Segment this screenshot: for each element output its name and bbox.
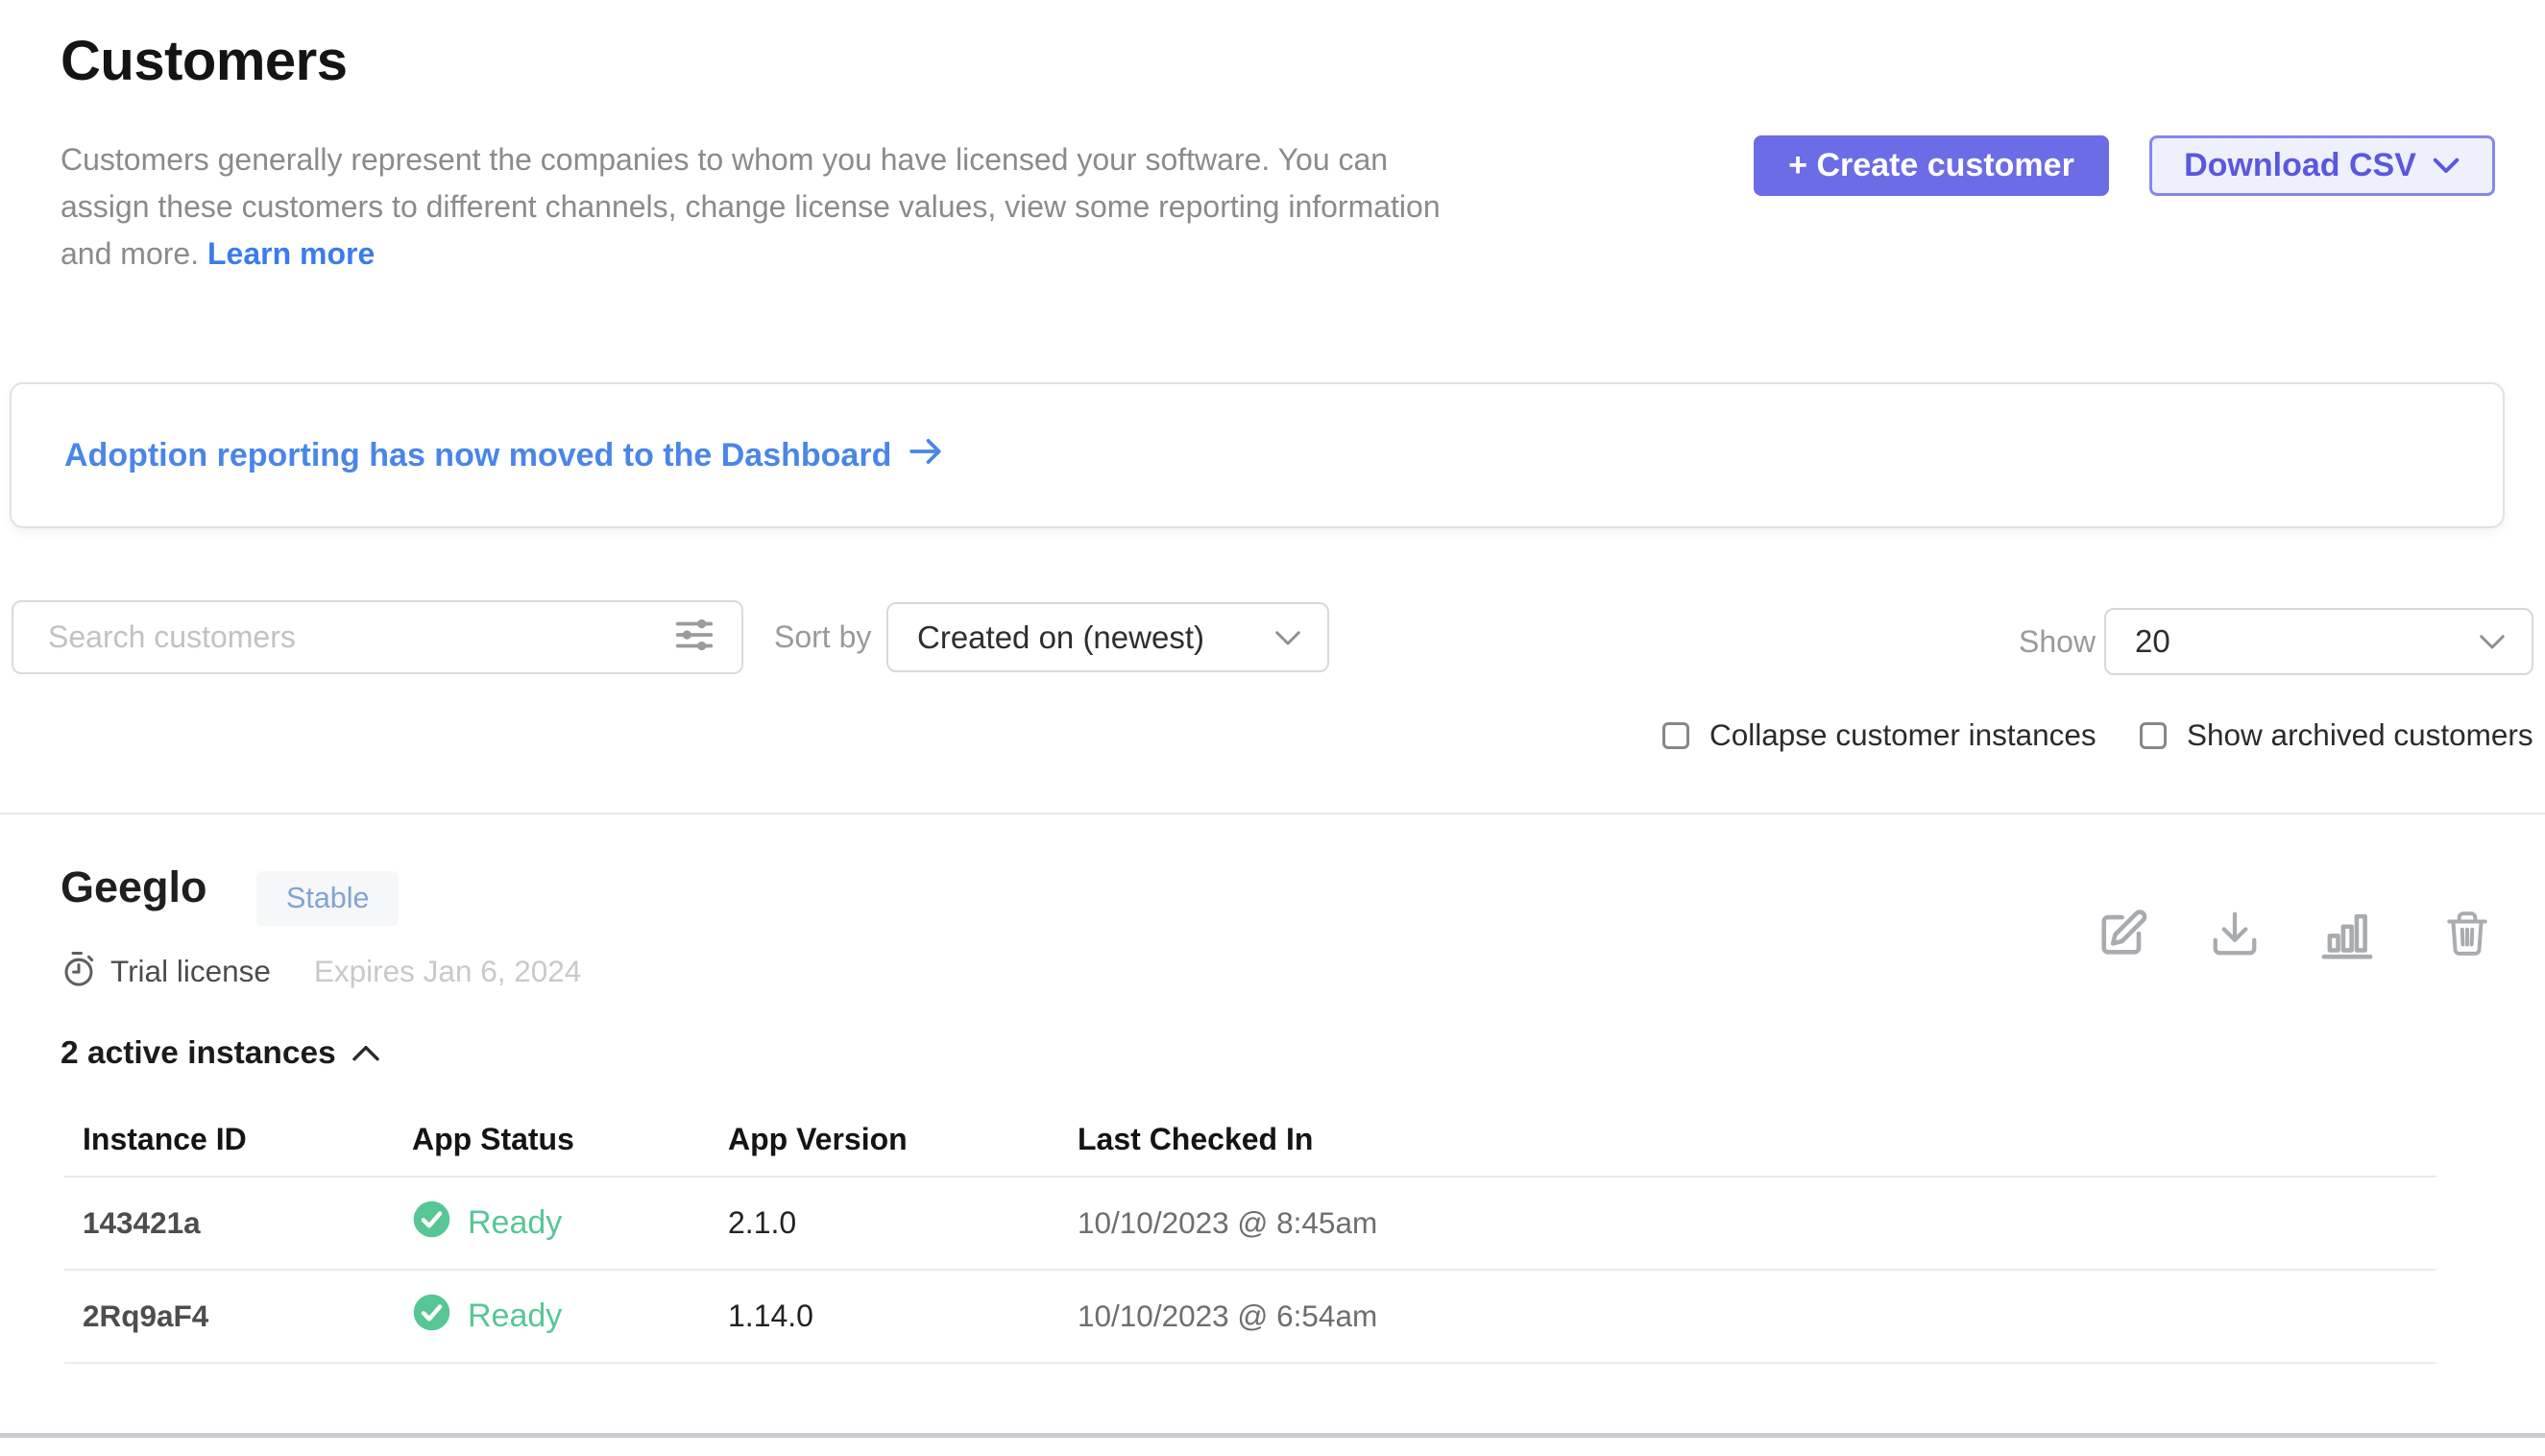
sort-by-label: Sort by	[774, 600, 871, 674]
collapse-instances-checkbox-group[interactable]: Collapse customer instances	[1662, 717, 2097, 753]
collapse-instances-label: Collapse customer instances	[1709, 717, 2097, 753]
table-row: 143421a Ready 2.1.0 10/10/2023 @ 8:45am	[64, 1177, 2436, 1271]
bar-chart-icon	[2318, 906, 2376, 964]
show-select[interactable]: 20	[2104, 608, 2533, 675]
show-select-value: 20	[2135, 623, 2170, 660]
sort-select[interactable]: Created on (newest)	[886, 602, 1329, 672]
download-license-button[interactable]	[2206, 903, 2264, 966]
check-circle-icon	[412, 1200, 451, 1248]
adoption-banner-text: Adoption reporting has now moved to the …	[64, 437, 891, 474]
download-csv-button[interactable]: Download CSV	[2149, 135, 2495, 196]
stopwatch-icon	[61, 949, 97, 994]
channel-badge: Stable	[256, 871, 399, 926]
chevron-up-icon	[351, 1035, 381, 1072]
app-status-label: Ready	[468, 1204, 562, 1242]
license-expiry: Expires Jan 6, 2024	[314, 954, 581, 989]
show-label: Show	[2019, 608, 2096, 675]
download-icon	[2209, 906, 2261, 964]
learn-more-link[interactable]: Learn more	[207, 236, 375, 271]
edit-icon	[2097, 906, 2152, 964]
sort-select-value: Created on (newest)	[917, 619, 1204, 656]
section-divider	[0, 813, 2545, 814]
app-status: Ready	[394, 1200, 710, 1248]
adoption-banner: Adoption reporting has now moved to the …	[10, 382, 2505, 528]
description-line: Customers generally represent the compan…	[61, 136, 1674, 183]
description-line: assign these customers to different chan…	[61, 183, 1674, 231]
app-status-label: Ready	[468, 1298, 562, 1335]
chevron-down-icon	[1273, 619, 1302, 656]
delete-customer-button[interactable]	[2438, 903, 2496, 966]
app-status: Ready	[394, 1293, 710, 1341]
column-header-instance-id: Instance ID	[64, 1122, 394, 1157]
customer-name: Geeglo	[61, 862, 207, 912]
search-box	[12, 600, 743, 674]
show-archived-checkbox-group[interactable]: Show archived customers	[2140, 717, 2533, 753]
column-header-last-checked-in: Last Checked In	[1059, 1122, 2436, 1157]
instance-id: 143421a	[64, 1205, 394, 1241]
app-version: 2.1.0	[710, 1205, 1059, 1241]
customers-page: Customers Customers generally represent …	[0, 0, 2545, 1456]
license-row: Trial license Expires Jan 6, 2024	[61, 949, 581, 994]
edit-customer-button[interactable]	[2096, 903, 2153, 966]
show-archived-checkbox[interactable]	[2140, 722, 2167, 749]
adoption-banner-link[interactable]: Adoption reporting has now moved to the …	[64, 435, 945, 476]
chevron-down-icon	[2432, 147, 2460, 184]
search-input[interactable]	[13, 602, 672, 672]
collapse-instances-checkbox[interactable]	[1662, 722, 1689, 749]
app-version: 1.14.0	[710, 1298, 1059, 1334]
download-csv-label: Download CSV	[2184, 147, 2416, 184]
arrow-right-icon	[909, 435, 945, 476]
trash-icon	[2443, 906, 2491, 964]
instances-table: Instance ID App Status App Version Last …	[64, 1122, 2436, 1364]
active-instances-toggle[interactable]: 2 active instances	[61, 1035, 381, 1072]
customer-card-divider	[0, 1433, 2545, 1438]
column-header-app-version: App Version	[710, 1122, 1059, 1157]
check-circle-icon	[412, 1293, 451, 1341]
last-checked-in: 10/10/2023 @ 8:45am	[1059, 1205, 2436, 1241]
page-description: Customers generally represent the compan…	[61, 136, 1674, 278]
active-instances-label: 2 active instances	[61, 1035, 336, 1072]
license-type: Trial license	[110, 954, 271, 989]
chevron-down-icon	[2478, 623, 2507, 660]
table-row: 2Rq9aF4 Ready 1.14.0 10/10/2023 @ 6:54am	[64, 1271, 2436, 1364]
instance-id: 2Rq9aF4	[64, 1298, 394, 1334]
last-checked-in: 10/10/2023 @ 6:54am	[1059, 1298, 2436, 1334]
table-header-row: Instance ID App Status App Version Last …	[64, 1122, 2436, 1177]
customer-reporting-button[interactable]	[2318, 903, 2376, 966]
description-line: and more.	[61, 236, 199, 271]
page-title: Customers	[61, 29, 347, 93]
column-header-app-status: App Status	[394, 1122, 710, 1157]
create-customer-button[interactable]: + Create customer	[1754, 135, 2109, 196]
show-archived-label: Show archived customers	[2187, 717, 2533, 753]
filter-sliders-icon[interactable]	[672, 613, 716, 662]
